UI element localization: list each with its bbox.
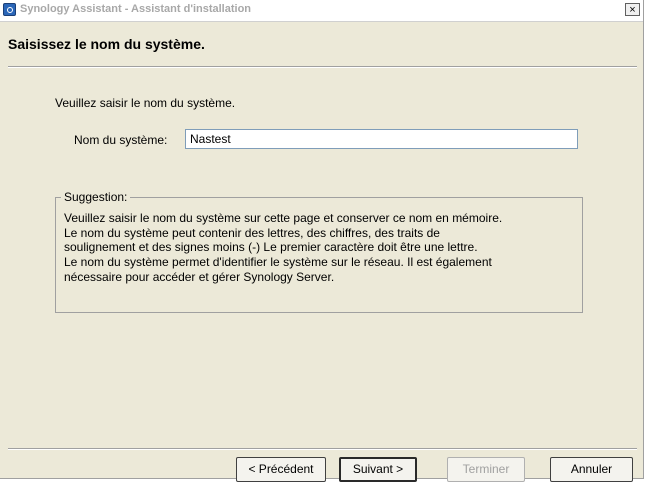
window-title: Synology Assistant - Assistant d'install…: [20, 3, 252, 15]
suggestion-legend: Suggestion:: [61, 190, 131, 204]
close-button[interactable]: ×: [625, 3, 640, 16]
page-title: Saisissez le nom du système.: [8, 36, 205, 52]
suggestion-line: nécessaire pour accéder et gérer Synolog…: [64, 269, 335, 284]
header-divider: [8, 66, 637, 68]
synology-app-icon: [3, 3, 16, 16]
suggestion-line: soulignement et des signes moins (-) Le …: [64, 240, 478, 255]
suggestion-line: Veuillez saisir le nom du système sur ce…: [64, 211, 503, 225]
wizard-header: Saisissez le nom du système.: [0, 22, 643, 66]
installation-wizard-window: Synology Assistant - Assistant d'install…: [0, 0, 644, 482]
suggestion-line: Le nom du système permet d'identifier le…: [64, 255, 492, 270]
instruction-text: Veuillez saisir le nom du système.: [55, 96, 236, 110]
cancel-button[interactable]: Annuler: [550, 457, 633, 482]
finish-button[interactable]: Terminer: [447, 457, 525, 482]
previous-button[interactable]: < Précédent: [236, 457, 326, 482]
footer-divider: [8, 448, 637, 450]
system-name-input[interactable]: [185, 129, 578, 149]
next-button[interactable]: Suivant >: [339, 457, 417, 482]
system-name-label: Nom du système:: [74, 133, 168, 147]
title-bar[interactable]: Synology Assistant - Assistant d'install…: [0, 0, 643, 22]
suggestion-text: Veuillez saisir le nom du système sur ce…: [64, 211, 579, 285]
suggestion-line: Le nom du système peut contenir des lett…: [64, 225, 440, 240]
